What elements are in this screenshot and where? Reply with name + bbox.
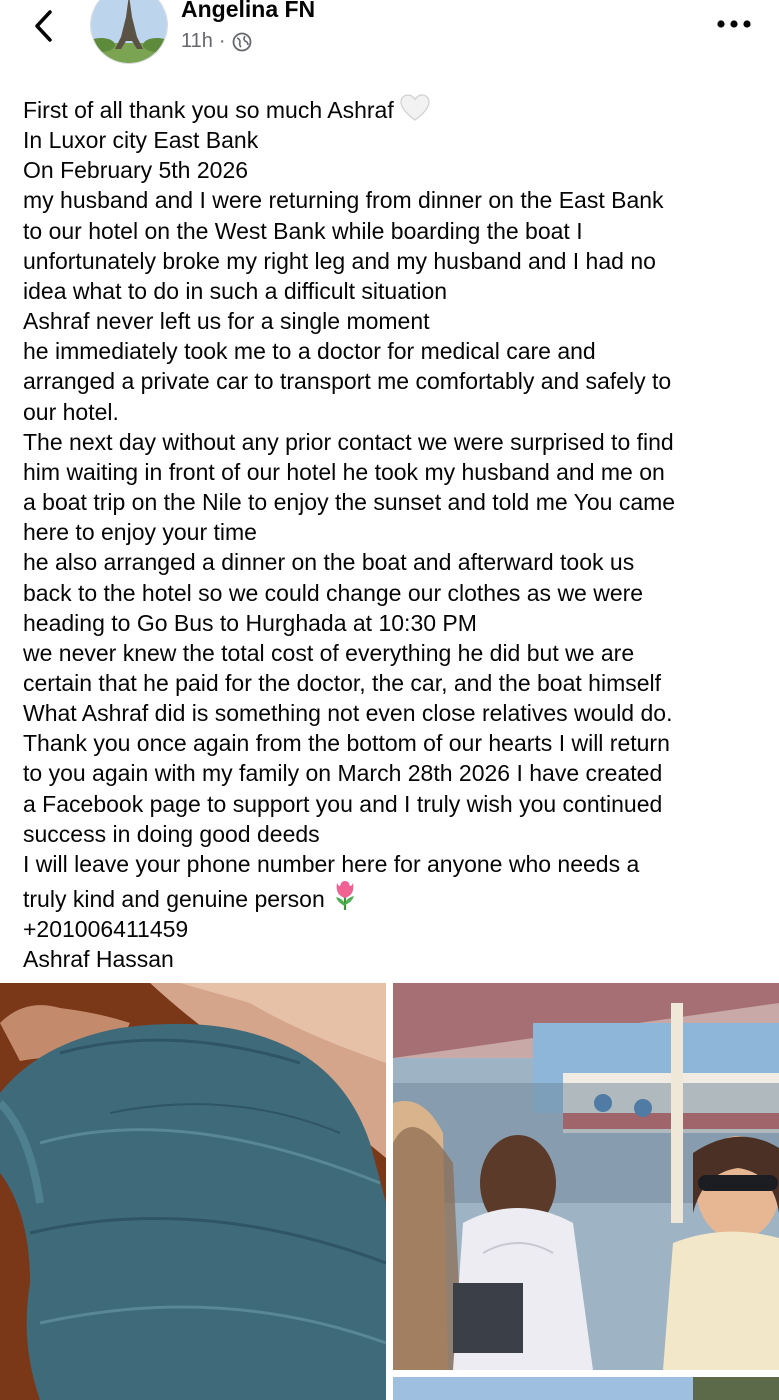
- post-line: a Facebook page to support you and I tru…: [23, 790, 663, 817]
- photo-third[interactable]: [393, 1377, 779, 1400]
- post-line: truly kind and genuine person: [23, 886, 325, 913]
- tulip-emoji: [336, 881, 355, 911]
- post-time[interactable]: 11h: [181, 30, 213, 53]
- photo-leg-cast[interactable]: [0, 983, 386, 1400]
- post-line: to our hotel on the West Bank while boar…: [23, 217, 583, 244]
- post-text: First of all thank you so much Ashraf In…: [23, 94, 763, 975]
- phone-number[interactable]: +201006411459: [23, 916, 188, 942]
- post-line: a boat trip on the Nile to enjoy the sun…: [23, 489, 676, 516]
- globe-icon: [232, 32, 251, 51]
- post-line: arranged a private car to transport me c…: [23, 368, 672, 395]
- author-name[interactable]: Angelina FN: [181, 0, 315, 23]
- post-line: my husband and I were returning from din…: [23, 187, 664, 214]
- post-line: What Ashraf did is something not even cl…: [23, 700, 673, 727]
- post-line: First of all thank you so much Ashraf: [23, 97, 394, 123]
- post-line: here to enjoy your time: [23, 519, 257, 546]
- boat-selfie-image: [393, 983, 779, 1370]
- avatar[interactable]: [90, 0, 168, 64]
- post-line: heading to Go Bus to Hurghada at 10:30 P…: [23, 609, 477, 636]
- white-heart-emoji: [400, 94, 430, 121]
- third-photo-image: [393, 1377, 779, 1400]
- photo-boat-selfie[interactable]: [393, 983, 779, 1370]
- post-line: idea what to do in such a difficult situ…: [23, 277, 448, 304]
- post-line: Ashraf never left us for a single moment: [23, 308, 430, 335]
- post-line: I will leave your phone number here for …: [23, 850, 640, 877]
- post-line: The next day without any prior contact w…: [23, 428, 674, 455]
- eiffel-tower-avatar-image: [91, 0, 167, 63]
- leg-cast-image: [0, 983, 386, 1400]
- back-button[interactable]: [28, 6, 64, 46]
- post-line: he also arranged a dinner on the boat an…: [23, 549, 635, 576]
- post-meta: 11h ·: [181, 30, 252, 53]
- post-line: On February 5th 2026: [23, 157, 249, 184]
- post-line: success in doing good deeds: [23, 820, 320, 847]
- post-header: Angelina FN 11h ·: [0, 0, 779, 80]
- post-line: unfortunately broke my right leg and my …: [23, 247, 656, 274]
- post-line: he immediately took me to a doctor for m…: [23, 338, 596, 365]
- more-options-icon: [717, 20, 751, 28]
- post-line: certain that he paid for the doctor, the…: [23, 669, 662, 696]
- chevron-left-icon: [35, 10, 52, 42]
- post-line: Thank you once again from the bottom of …: [23, 730, 670, 757]
- post-line: Ashraf Hassan: [23, 946, 174, 973]
- post-line: In Luxor city East Bank: [23, 127, 259, 154]
- more-options-button[interactable]: [712, 10, 756, 38]
- post-line: to you again with my family on March 28t…: [23, 760, 663, 787]
- meta-separator: ·: [218, 30, 226, 52]
- post-line: we never knew the total cost of everythi…: [23, 639, 635, 666]
- post-line: back to the hotel so we could change our…: [23, 579, 644, 606]
- post-line: our hotel.: [23, 398, 119, 425]
- post-line: him waiting in front of our hotel he too…: [23, 458, 665, 485]
